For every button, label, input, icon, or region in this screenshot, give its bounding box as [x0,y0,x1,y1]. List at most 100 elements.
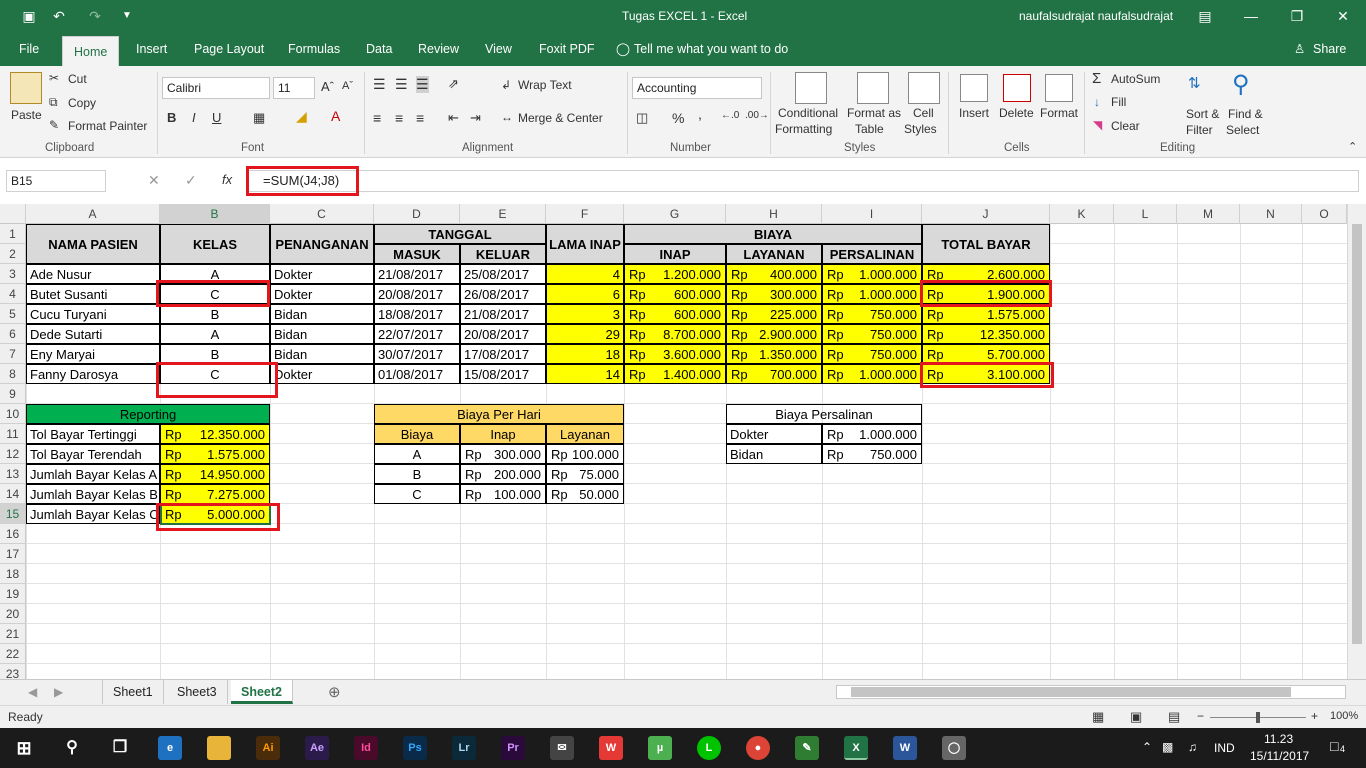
cell-e8[interactable]: 15/08/2017 [460,364,546,384]
decrease-indent-icon[interactable]: ⇤ [448,110,459,126]
format-cells-icon[interactable] [1045,74,1073,102]
cell-f7[interactable]: 18 [546,344,624,364]
column-header-d[interactable]: D [374,204,460,224]
excel-taskbar-icon[interactable]: X [844,736,868,760]
column-header-c[interactable]: C [270,204,374,224]
undo-icon[interactable]: ↶ [50,7,68,25]
save-icon[interactable]: ▣ [20,7,38,25]
cell-b7[interactable]: B [160,344,270,364]
word-icon[interactable]: W [893,736,917,760]
sheet-tab-sheet1[interactable]: Sheet1 [102,680,164,704]
font-name-box[interactable]: Calibri [162,77,270,99]
paste-icon[interactable] [10,72,42,104]
row-header-12[interactable]: 12 [0,444,26,464]
cell-f8[interactable]: 14 [546,364,624,384]
cell-b12[interactable]: Rp 1.575.000 [160,444,270,464]
cell-j5[interactable]: Rp 1.575.000 [922,304,1050,324]
cell-g5[interactable]: Rp 600.000 [624,304,726,324]
row-header-21[interactable]: 21 [0,624,26,644]
cell-f13[interactable]: Rp 75.000 [546,464,624,484]
page-layout-view-icon[interactable]: ▣ [1130,709,1142,725]
horizontal-scroll-thumb[interactable] [851,687,1291,697]
share-button[interactable]: Share [1313,32,1346,66]
cell-d11[interactable]: Biaya [374,424,460,444]
align-middle-icon[interactable]: ☰ [395,76,408,93]
row-header-10[interactable]: 10 [0,404,26,424]
select-all[interactable] [0,204,26,224]
table-label[interactable]: Table [855,122,884,136]
align-bottom-icon[interactable]: ☰ [416,76,429,93]
cell-c8[interactable]: Dokter [270,364,374,384]
zoom-slider-thumb[interactable] [1256,712,1260,723]
cell-e13[interactable]: Rp 200.000 [460,464,546,484]
cell-a10[interactable]: Reporting [26,404,270,424]
row-header-14[interactable]: 14 [0,484,26,504]
user-name[interactable]: naufalsudrajat naufalsudrajat [1019,9,1173,23]
corel-icon[interactable]: ✎ [795,736,819,760]
cell-d3[interactable]: 21/08/2017 [374,264,460,284]
new-sheet-icon[interactable]: ⊕ [328,683,341,701]
cell-e12[interactable]: Rp 300.000 [460,444,546,464]
cell-d8[interactable]: 01/08/2017 [374,364,460,384]
edge-icon[interactable]: e [158,736,182,760]
scissors-icon[interactable]: ✂ [49,71,59,85]
row-header-19[interactable]: 19 [0,584,26,604]
align-right-icon[interactable]: ≡ [416,110,424,126]
cell-f14[interactable]: Rp 50.000 [546,484,624,504]
file-explorer-icon[interactable] [207,736,231,760]
cell-i5[interactable]: Rp 750.000 [822,304,922,324]
column-header-g[interactable]: G [624,204,726,224]
row-header-4[interactable]: 4 [0,284,26,304]
lightroom-icon[interactable]: Lr [452,736,476,760]
copy-button[interactable]: Copy [68,96,96,110]
cell-h6[interactable]: Rp 2.900.000 [726,324,822,344]
cell-a4[interactable]: Butet Susanti [26,284,160,304]
font-color-icon[interactable]: A [331,108,340,124]
find-label[interactable]: Find & [1228,107,1263,121]
filter-label[interactable]: Filter [1186,123,1213,137]
row-header-2[interactable]: 2 [0,244,26,264]
cell-a8[interactable]: Fanny Darosya [26,364,160,384]
cell-b13[interactable]: Rp 14.950.000 [160,464,270,484]
sort-label[interactable]: Sort & [1186,107,1219,121]
tab-file[interactable]: File [19,32,39,66]
column-header-k[interactable]: K [1050,204,1114,224]
cell-e7[interactable]: 17/08/2017 [460,344,546,364]
number-format-box[interactable]: Accounting [632,77,762,99]
wps-icon[interactable]: W [599,736,623,760]
illustrator-icon[interactable]: Ai [256,736,280,760]
column-header-m[interactable]: M [1177,204,1240,224]
cell-d13[interactable]: B [374,464,460,484]
cell-a5[interactable]: Cucu Turyani [26,304,160,324]
line-icon[interactable]: L [697,736,721,760]
header-penanganan[interactable]: PENANGANAN [270,224,374,264]
normal-view-icon[interactable]: ▦ [1092,709,1104,725]
tab-page-layout[interactable]: Page Layout [194,32,264,66]
insert-button[interactable]: Insert [959,106,989,120]
photoshop-icon[interactable]: Ps [403,736,427,760]
tab-view[interactable]: View [485,32,512,66]
header-biaya[interactable]: BIAYA [624,224,922,244]
cell-b6[interactable]: A [160,324,270,344]
cell-d12[interactable]: A [374,444,460,464]
cell-g6[interactable]: Rp 8.700.000 [624,324,726,344]
cell-h4[interactable]: Rp 300.000 [726,284,822,304]
tell-me-search[interactable]: Tell me what you want to do [634,32,788,66]
cell-e5[interactable]: 21/08/2017 [460,304,546,324]
close-icon[interactable]: ✕ [1334,7,1352,25]
name-box[interactable]: B15 [6,170,106,192]
sigma-icon[interactable]: Σ [1092,70,1101,87]
zoom-in-icon[interactable]: + [1311,709,1318,723]
cell-g7[interactable]: Rp 3.600.000 [624,344,726,364]
cell-f12[interactable]: Rp 100.000 [546,444,624,464]
clear-button[interactable]: Clear [1111,119,1140,133]
customize-qat-icon[interactable]: ▼ [118,7,136,25]
volume-icon[interactable]: ♫ [1188,740,1197,754]
cell-styles-icon[interactable] [908,72,940,104]
tab-home[interactable]: Home [62,36,120,66]
row-header-11[interactable]: 11 [0,424,26,444]
cell-d10[interactable]: Biaya Per Hari [374,404,624,424]
cell-styles-button[interactable]: Styles [904,122,937,136]
column-header-h[interactable]: H [726,204,822,224]
horizontal-scrollbar[interactable] [836,685,1346,699]
